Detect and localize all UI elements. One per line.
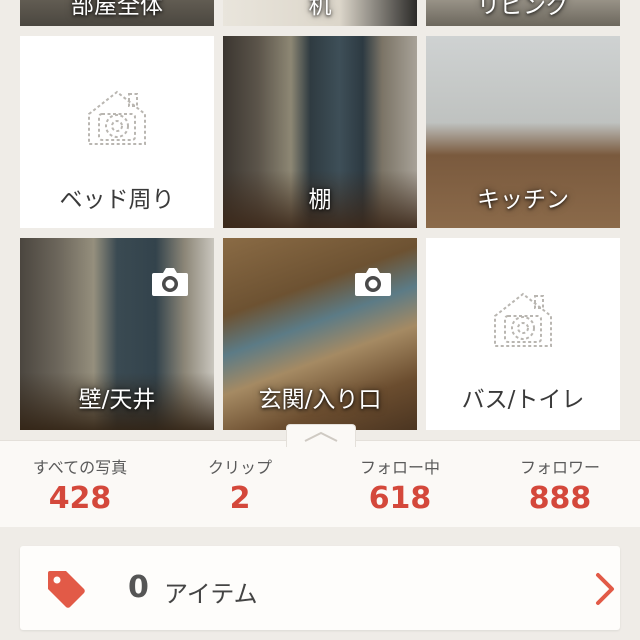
stat-value: 618 [368, 481, 432, 516]
stat-clips[interactable]: クリップ 2 [160, 441, 320, 527]
camera-icon [355, 268, 391, 296]
tile-label: 壁/天井 [78, 387, 156, 413]
stat-label: すべての写真 [32, 458, 128, 477]
tile-label: バス/トイレ [461, 387, 585, 413]
stat-value: 2 [229, 481, 251, 516]
tile-desk[interactable]: 机 [223, 0, 417, 26]
tile-label: リビング [477, 0, 569, 19]
tile-entrance[interactable]: 玄関/入り口 [223, 238, 417, 430]
stat-value: 888 [528, 481, 592, 516]
camera-icon [152, 268, 188, 296]
stat-label: フォロー中 [359, 458, 440, 477]
stat-following[interactable]: フォロー中 618 [320, 441, 480, 527]
house-camera-icon [88, 90, 146, 145]
collapse-handle[interactable] [286, 424, 356, 447]
tile-label: 玄関/入り口 [258, 387, 382, 413]
profile-stats-bar: すべての写真 428 クリップ 2 フォロー中 618 フォロワー 888 [0, 440, 640, 527]
tile-label: 机 [308, 0, 332, 19]
tag-icon [48, 571, 85, 608]
tile-wall-ceiling[interactable]: 壁/天井 [20, 238, 214, 430]
stat-label: フォロワー [519, 458, 600, 477]
items-row[interactable]: 0 アイテム [20, 546, 620, 630]
stat-followers[interactable]: フォロワー 888 [480, 441, 640, 527]
tile-label: キッチン [477, 187, 569, 213]
stat-all-photos[interactable]: すべての写真 428 [0, 441, 160, 527]
tile-bath-toilet[interactable]: バス/トイレ [426, 238, 620, 430]
house-camera-icon [494, 292, 552, 347]
tile-label: 棚 [308, 187, 332, 213]
item-label: アイテム [164, 580, 258, 608]
tile-whole-room[interactable]: 部屋全体 [20, 0, 214, 26]
tile-label: ベッド周り [59, 187, 175, 213]
stat-label: クリップ [207, 458, 272, 477]
item-count: 0 [128, 570, 149, 605]
tile-bed[interactable]: ベッド周り [20, 36, 214, 228]
tile-living[interactable]: リビング [426, 0, 620, 26]
stat-value: 428 [48, 481, 112, 516]
chevron-up-icon [304, 431, 338, 442]
tile-label: 部屋全体 [71, 0, 163, 19]
chevron-right-icon [596, 573, 614, 605]
category-grid: 部屋全体 机 リビング ベッド周り 棚 キッチン 壁/天井 玄関/入り口 バス/… [0, 0, 640, 440]
tile-shelf[interactable]: 棚 [223, 36, 417, 228]
tile-kitchen[interactable]: キッチン [426, 36, 620, 228]
